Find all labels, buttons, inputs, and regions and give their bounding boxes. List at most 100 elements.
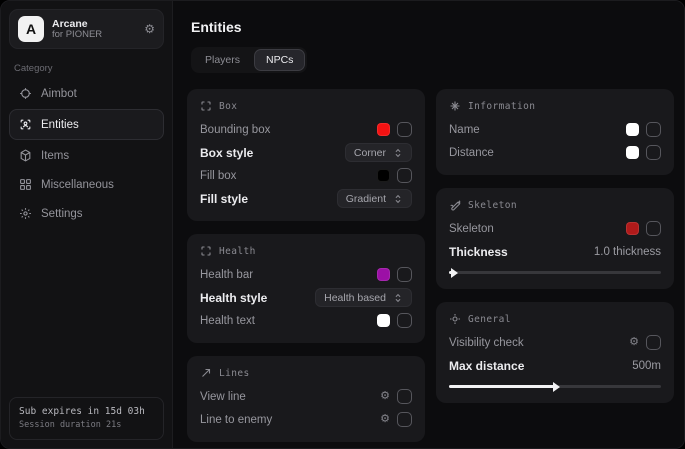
setting-row-health-style: Health style Health based [200,286,412,309]
gear-icon[interactable]: ⚙ [380,391,390,402]
frame-icon [200,245,212,257]
card-title: Health [219,246,256,257]
fill-box-checkbox[interactable] [397,168,412,183]
card-title: Skeleton [468,200,517,211]
bounding-box-checkbox[interactable] [397,122,412,137]
card-skeleton: Skeleton Skeleton Thickness 1.0 thicknes… [436,188,674,289]
tab-bar: Players NPCs [191,47,307,73]
health-style-dropdown[interactable]: Health based [315,288,412,307]
setting-label: Distance [449,147,494,159]
sidebar-item-settings[interactable]: Settings [9,200,164,227]
setting-label: Max distance [449,359,524,373]
setting-label: Health text [200,315,255,327]
setting-row-max-distance: Max distance 500m [449,354,661,377]
grid-icon [19,178,32,191]
bone-icon [449,199,461,211]
fill-style-dropdown[interactable]: Gradient [337,189,412,208]
setting-label: View line [200,391,246,403]
setting-label: Box style [200,146,253,160]
setting-row-distance: Distance [449,141,661,164]
skeleton-checkbox[interactable] [646,221,661,236]
app-name: Arcane [52,18,136,30]
gear-icon[interactable]: ⚙ [629,337,639,348]
setting-row-box-style: Box style Corner [200,141,412,164]
setting-label: Fill box [200,170,236,182]
sidebar-item-label: Miscellaneous [41,179,114,191]
page-title: Entities [191,19,674,35]
app-logo: A [18,16,44,42]
session-duration-text: Session duration 21s [19,419,154,432]
distance-checkbox[interactable] [646,145,661,160]
setting-row-health-bar: Health bar [200,263,412,286]
card-title: Lines [219,368,250,379]
tab-players[interactable]: Players [193,49,252,71]
gear-icon[interactable]: ⚙ [144,22,155,36]
color-swatch[interactable] [377,314,390,327]
sidebar-item-label: Settings [41,208,83,220]
thickness-slider[interactable] [449,271,661,274]
visibility-check-checkbox[interactable] [646,335,661,350]
package-icon [19,149,32,162]
box-style-dropdown[interactable]: Corner [345,143,412,162]
card-health: Health Health bar Health style Health ba… [187,234,425,343]
setting-row-skeleton: Skeleton [449,217,661,240]
thickness-value: 1.0 thickness [594,246,661,258]
card-title: Information [468,101,535,112]
tab-npcs[interactable]: NPCs [254,49,305,71]
app-subtitle: for PIONER [52,30,136,41]
sidebar-item-entities[interactable]: Entities [9,109,164,140]
color-swatch[interactable] [626,123,639,136]
setting-row-fill-style: Fill style Gradient [200,187,412,210]
setting-label: Skeleton [449,223,494,235]
color-swatch[interactable] [377,169,390,182]
app-window: A Arcane for PIONER ⚙ Category Aimbot En… [0,0,685,449]
setting-label: Name [449,124,480,136]
card-title: General [468,314,511,325]
sidebar-item-miscellaneous[interactable]: Miscellaneous [9,171,164,198]
sidebar-item-label: Entities [41,119,79,131]
setting-row-view-line: View line ⚙ [200,385,412,408]
main-panel: Entities Players NPCs Box Bounding box [173,1,685,448]
setting-label: Health style [200,291,267,305]
sidebar-item-label: Aimbot [41,88,77,100]
unfold-icon [393,148,403,158]
color-swatch[interactable] [626,222,639,235]
health-bar-checkbox[interactable] [397,267,412,282]
sidebar-item-aimbot[interactable]: Aimbot [9,80,164,107]
frame-icon [200,100,212,112]
right-column: Information Name Distance [436,89,674,442]
health-text-checkbox[interactable] [397,313,412,328]
color-swatch[interactable] [626,146,639,159]
sidebar-item-label: Items [41,150,69,162]
brand-card: A Arcane for PIONER ⚙ [9,9,164,49]
category-label: Category [14,63,164,74]
color-swatch[interactable] [377,123,390,136]
slider-handle[interactable] [553,382,560,392]
setting-row-fill-box: Fill box [200,164,412,187]
view-line-checkbox[interactable] [397,389,412,404]
gear-icon[interactable]: ⚙ [380,414,390,425]
sidebar-item-items[interactable]: Items [9,142,164,169]
setting-row-visibility-check: Visibility check ⚙ [449,331,661,354]
line-to-enemy-checkbox[interactable] [397,412,412,427]
card-lines: Lines View line ⚙ Line to enemy ⚙ [187,356,425,442]
unfold-icon [393,293,403,303]
setting-row-line-to-enemy: Line to enemy ⚙ [200,408,412,431]
slider-handle[interactable] [451,268,458,278]
sidebar-nav: Aimbot Entities Items Miscellaneous Sett… [9,80,164,227]
info-icon [449,100,461,112]
card-box: Box Bounding box Box style Corner [187,89,425,221]
crosshair-icon [19,87,32,100]
sidebar: A Arcane for PIONER ⚙ Category Aimbot En… [1,1,173,448]
max-distance-slider[interactable] [449,385,661,388]
card-general: General Visibility check ⚙ Max distance … [436,302,674,403]
entities-icon [19,118,32,131]
setting-label: Line to enemy [200,414,272,426]
setting-label: Health bar [200,269,253,281]
name-checkbox[interactable] [646,122,661,137]
setting-row-name: Name [449,118,661,141]
subscription-info: Sub expires in 15d 03h Session duration … [9,397,164,440]
setting-label: Thickness [449,245,508,259]
color-swatch[interactable] [377,268,390,281]
gear-icon [19,207,32,220]
